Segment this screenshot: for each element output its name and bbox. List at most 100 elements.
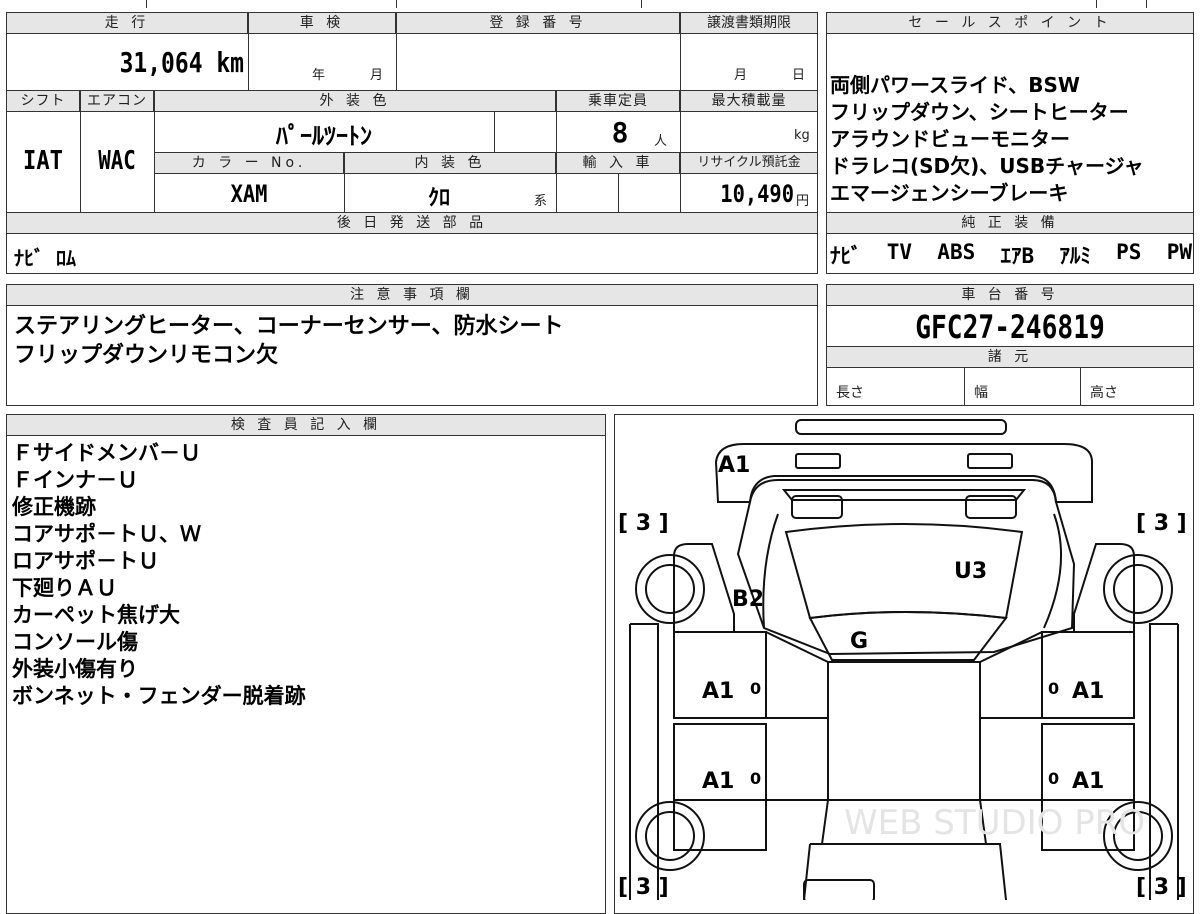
inspector-line: 修正機跡 — [12, 495, 96, 519]
color-no-header: カ ラ ー No. — [154, 152, 344, 174]
import-header: 輸 入 車 — [556, 152, 680, 174]
notes-lines: ステアリングヒーター、コーナーセンサー、防水シート フリップダウンリモコン欠 — [14, 312, 564, 370]
recycle-value: 10,490 — [720, 180, 794, 208]
inspector-lines: Ｆサイドメンバ－Ｕ Ｆインナ－Ｕ 修正機跡 コアサポ－トＵ、Ｗ ロアサポ－トＵ … — [12, 440, 306, 710]
shift-value: IAT — [23, 146, 63, 176]
inspector-line: 外装小傷有り — [12, 657, 138, 681]
roof-panel — [827, 661, 981, 801]
mark-door-fl: A1 — [702, 679, 734, 704]
max-load-header: 最大積載量 — [680, 90, 818, 112]
right-front-wheel — [1113, 564, 1163, 614]
inspector-line: コンソール傷 — [12, 630, 138, 654]
sales-points-list: 両側パワースライド、BSW フリップダウン、シートヒーター アラウンドビューモニ… — [830, 72, 1192, 207]
recycle-unit: 円 — [796, 194, 810, 209]
left-door-gap — [765, 631, 829, 801]
color-no-value: XAM — [230, 180, 268, 208]
standard-equipment-list: ﾅﾋﾞ TV ABS ｴｱB ｱﾙﾐ PS PW — [830, 240, 1192, 270]
transfer-header: 譲渡書類期限 — [680, 12, 818, 34]
inspector-line: コアサポ－トＵ、Ｗ — [12, 522, 201, 546]
spec-length-label: 長さ — [836, 385, 864, 401]
transfer-day-unit: 日 — [792, 68, 806, 83]
registration-header: 登 録 番 号 — [396, 12, 680, 34]
inspector-line: 下廻りＡＵ — [12, 576, 117, 600]
inspector-line: Ｆサイドメンバ－Ｕ — [12, 441, 201, 465]
standard-equipment-header: 純 正 装 備 — [826, 212, 1194, 234]
equipment-item: ｴｱB — [1000, 244, 1035, 268]
top-cut-row — [6, 0, 1194, 8]
sales-point-line: ドラレコ(SD欠)、USBチャージャ — [830, 154, 1144, 178]
spec-width-label: 幅 — [974, 385, 988, 401]
notes-header: 注 意 事 項 欄 — [6, 284, 818, 306]
equipment-item: PW — [1166, 240, 1192, 264]
inspector-line: カーペット焦げ大 — [12, 603, 180, 627]
capacity-unit: 人 — [654, 134, 668, 149]
right-front-door — [1041, 631, 1135, 719]
mark-front: A1 — [718, 453, 750, 478]
note-line: フリップダウンリモコン欠 — [14, 343, 279, 368]
exterior-color-header: 外 装 色 — [154, 90, 556, 112]
inspector-line: ボンネット・フェンダー脱着跡 — [12, 684, 306, 708]
mark-zero-rl: 0 — [750, 769, 761, 788]
inspector-line: ロアサポ－トＵ — [12, 549, 159, 573]
mark-door-rr: A1 — [1072, 769, 1104, 794]
left-rear-wheel — [645, 811, 695, 861]
capacity-header: 乗車定員 — [556, 90, 680, 112]
shaken-header: 車 検 — [248, 12, 396, 34]
aircon-header: エアコン — [80, 90, 154, 112]
mileage-header: 走 行 — [6, 12, 248, 34]
sales-point-line: 両側パワースライド、BSW — [830, 73, 1080, 97]
right-door-gap — [979, 631, 1043, 801]
interior-color-unit: 系 — [534, 194, 548, 209]
equipment-item: PS — [1116, 240, 1142, 264]
left-front-door — [673, 631, 767, 719]
sales-point-line: フリップダウン、シートヒーター — [830, 100, 1129, 124]
mark-hood-left: B2 — [732, 587, 764, 612]
equipment-item: TV — [886, 240, 913, 264]
equipment-item: ABS — [937, 240, 976, 264]
parts-header: 後 日 発 送 部 品 — [6, 212, 818, 234]
inspector-header: 検 査 員 記 入 欄 — [6, 414, 606, 436]
inspector-line: Ｆインナ－Ｕ — [12, 468, 138, 492]
mark-tire-fl: [ 3 ] — [618, 511, 669, 536]
front-light-left — [795, 453, 841, 469]
transfer-month-unit: 月 — [734, 68, 748, 83]
mark-zero-fr: 0 — [1048, 679, 1059, 698]
recycle-header: リサイクル預託金 — [680, 152, 818, 174]
left-front-wheel — [645, 564, 695, 614]
rear-bumper-center — [803, 879, 875, 900]
capacity-value: 8 — [611, 116, 629, 149]
mark-tire-rr: [ 3 ] — [1136, 875, 1187, 900]
mark-hood-right: U3 — [954, 559, 987, 584]
car-diagram: A1 [ 3 ] [ 3 ] [ 3 ] [ 3 ] B2 U3 G A1 A1… — [618, 419, 1187, 900]
front-light-right — [967, 453, 1013, 469]
parts-value: ﾅﾋﾞ ﾛﾑ — [14, 246, 77, 270]
shaken-year-unit: 年 — [312, 68, 326, 83]
sales-points-header: セ ー ル ス ポ イ ン ト — [826, 12, 1194, 34]
equipment-item: ｱﾙﾐ — [1059, 244, 1091, 268]
specs-header: 諸 元 — [826, 346, 1194, 368]
chassis-header: 車 台 番 号 — [826, 284, 1194, 306]
mark-door-fr: A1 — [1072, 679, 1104, 704]
mark-door-rl: A1 — [702, 769, 734, 794]
equipment-item: ﾅﾋﾞ — [830, 244, 862, 268]
front-grille-panel — [714, 443, 1093, 503]
shaken-month-unit: 月 — [370, 68, 384, 83]
max-load-unit: kg — [794, 128, 810, 143]
mark-tire-rl: [ 3 ] — [618, 875, 669, 900]
note-line: ステアリングヒーター、コーナーセンサー、防水シート — [14, 314, 564, 339]
mark-tire-fr: [ 3 ] — [1136, 511, 1187, 536]
mark-zero-rr: 0 — [1048, 769, 1059, 788]
spec-height-label: 高さ — [1090, 385, 1118, 401]
mark-zero-fl: 0 — [750, 679, 761, 698]
sales-point-line: アラウンドビューモニター — [830, 127, 1070, 151]
hood-outline — [736, 479, 1076, 656]
exterior-color-value: ﾊﾟｰﾙﾂｰﾄﾝ — [276, 122, 372, 150]
sales-point-line: エマージェンシーブレーキ — [830, 181, 1069, 205]
chassis-value: GFC27-246819 — [915, 308, 1105, 346]
mark-windshield: G — [850, 629, 868, 654]
shift-header: シフト — [6, 90, 80, 112]
mileage-value: 31,064 km — [119, 46, 244, 79]
front-bumper-strip — [795, 419, 1007, 435]
watermark: WEB STUDIO PRO — [844, 803, 1145, 843]
interior-color-value: ｸﾛ — [427, 186, 450, 211]
